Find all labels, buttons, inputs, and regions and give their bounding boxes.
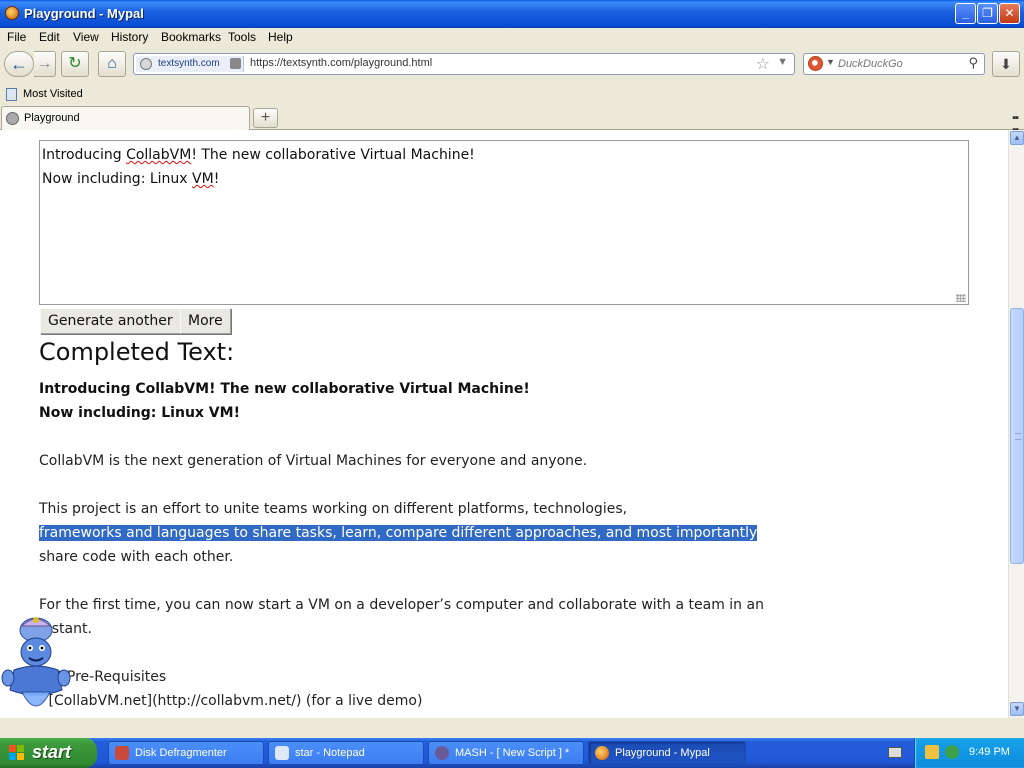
vertical-scrollbar[interactable]: ▲ ▼	[1008, 130, 1024, 718]
search-icon[interactable]: ⚲	[968, 55, 978, 71]
page-content: Introducing CollabVM! The new collaborat…	[0, 130, 1008, 718]
title-bar: Playground - Mypal _ ❐ ✕	[0, 0, 1024, 28]
output-paragraph-2-line-3: share code with each other.	[39, 549, 234, 565]
minimize-button[interactable]: _	[955, 3, 976, 24]
reload-button[interactable]: ↻	[61, 51, 89, 77]
globe-favicon-icon	[6, 112, 19, 125]
scroll-thumb[interactable]	[1010, 308, 1024, 564]
task-mypal[interactable]: Playground - Mypal	[588, 741, 746, 765]
output-paragraph-2-line-1: This project is an effort to unite teams…	[39, 501, 628, 517]
generate-another-button[interactable]: Generate another	[40, 308, 181, 334]
taskbar: start Disk Defragmenter star - Notepad M…	[0, 738, 1024, 768]
menu-file[interactable]: File	[7, 30, 26, 44]
output-paragraph-3-line-1: For the first time, you can now start a …	[39, 597, 764, 613]
prompt-line-2: Now including: Linux VM!	[42, 171, 220, 187]
resize-grip-icon[interactable]	[956, 294, 966, 302]
downloads-button[interactable]: ⬇	[992, 51, 1020, 77]
menu-view[interactable]: View	[73, 30, 99, 44]
close-button[interactable]: ✕	[999, 3, 1020, 24]
menu-help[interactable]: Help	[268, 30, 293, 44]
folder-icon	[6, 88, 17, 101]
tab-strip: Playground + ▪▪▪▪	[0, 106, 1024, 136]
output-bold-line-2: Now including: Linux VM!	[39, 405, 240, 421]
notepad-icon	[275, 746, 289, 760]
maximize-button[interactable]: ❐	[977, 3, 998, 24]
search-bar[interactable]: ▼ ⚲	[803, 53, 985, 75]
download-arrow-icon: ⬇	[1000, 56, 1012, 72]
output-paragraph-1: CollabVM is the next generation of Virtu…	[39, 453, 588, 469]
prompt-line-1: Introducing CollabVM! The new collaborat…	[42, 147, 475, 163]
mypal-app-icon	[5, 6, 19, 20]
arrow-left-icon: ←	[10, 54, 28, 74]
genie-assistant-icon[interactable]	[0, 612, 72, 720]
url-dropdown-icon[interactable]: ▼	[777, 56, 788, 68]
network-tray-icon[interactable]	[945, 745, 959, 759]
task-disk-defragmenter[interactable]: Disk Defragmenter	[108, 741, 264, 765]
bookmarks-toolbar: Most Visited	[0, 84, 1024, 106]
defrag-icon	[115, 746, 129, 760]
more-button[interactable]: More	[180, 308, 231, 334]
menu-edit[interactable]: Edit	[39, 30, 60, 44]
navigation-toolbar: ← → ↻ ⌂ textsynth.com https://textsynth.…	[0, 46, 1024, 84]
forward-button[interactable]: →	[34, 51, 56, 77]
windows-flag-icon	[9, 745, 24, 760]
output-selected-text: frameworks and languages to share tasks,…	[39, 521, 758, 545]
scroll-grip-icon	[1015, 433, 1021, 440]
reload-icon: ↻	[68, 55, 82, 72]
output-bold-line-1: Introducing CollabVM! The new collaborat…	[39, 381, 530, 397]
url-text[interactable]: https://textsynth.com/playground.html	[250, 57, 432, 69]
system-tray: 9:49 PM	[914, 738, 1024, 768]
scroll-up-icon[interactable]: ▲	[1010, 131, 1024, 145]
keyboard-icon[interactable]	[888, 747, 902, 758]
prompt-textarea[interactable]: Introducing CollabVM! The new collaborat…	[39, 140, 969, 305]
globe-icon	[140, 58, 152, 70]
tab-playground[interactable]: Playground	[1, 106, 250, 130]
address-bar[interactable]: textsynth.com https://textsynth.com/play…	[133, 53, 795, 75]
duckduckgo-icon[interactable]	[808, 56, 823, 71]
window-title: Playground - Mypal	[24, 6, 144, 21]
menu-bar: File Edit View History Bookmarks Tools H…	[0, 28, 1024, 46]
menu-bookmarks[interactable]: Bookmarks	[161, 30, 221, 44]
task-mash-script[interactable]: MASH - [ New Script ] *	[428, 741, 584, 765]
back-button[interactable]: ←	[4, 51, 34, 77]
home-icon: ⌂	[107, 55, 117, 72]
scroll-down-icon[interactable]: ▼	[1010, 702, 1024, 716]
genie-tray-icon[interactable]	[925, 745, 939, 759]
task-notepad[interactable]: star - Notepad	[268, 741, 424, 765]
lock-icon	[230, 58, 241, 69]
site-identity[interactable]: textsynth.com	[136, 56, 244, 72]
mash-icon	[435, 746, 449, 760]
start-button[interactable]: start	[0, 738, 97, 768]
mypal-icon	[595, 746, 609, 760]
engine-dropdown-icon[interactable]: ▼	[826, 57, 835, 67]
bookmark-most-visited[interactable]: Most Visited	[23, 88, 83, 100]
selection-highlight: frameworks and languages to share tasks,…	[39, 525, 758, 541]
new-tab-button[interactable]: +	[253, 108, 278, 128]
home-button[interactable]: ⌂	[98, 51, 126, 77]
menu-tools[interactable]: Tools	[228, 30, 256, 44]
site-domain: textsynth.com	[158, 58, 220, 69]
tab-label: Playground	[24, 112, 80, 124]
menu-history[interactable]: History	[111, 30, 148, 44]
search-input[interactable]	[838, 56, 958, 72]
arrow-right-icon: →	[36, 55, 53, 72]
clock: 9:49 PM	[969, 746, 1010, 758]
start-label: start	[32, 742, 72, 762]
output-list-item: - [CollabVM.net](http://collabvm.net/) (…	[39, 693, 423, 709]
completed-text-heading: Completed Text:	[39, 338, 235, 366]
bookmark-star-icon[interactable]: ☆	[756, 54, 770, 74]
